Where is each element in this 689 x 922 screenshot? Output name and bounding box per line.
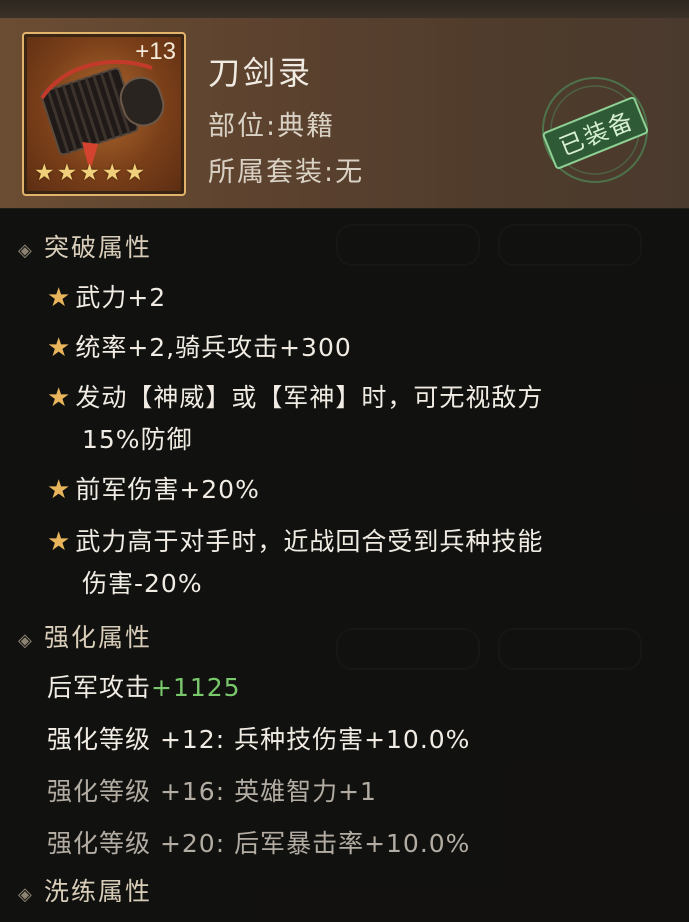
top-strip [0, 0, 689, 18]
diamond-icon: ◈ [18, 630, 34, 651]
enhance-title: 强化属性 [44, 623, 153, 652]
diamond-icon: ◈ [18, 884, 34, 902]
star-icon: ★ [47, 283, 72, 313]
breakthrough-line-text: 统率+2,骑兵攻击+300 [75, 333, 352, 362]
breakthrough-line-text: 发动【神威】或【军神】时，可无视敌方 [75, 383, 544, 412]
star-rating: ★★★★★ [34, 160, 148, 186]
breakthrough-line: ★ 武力高于对手时，近战回合受到兵种技能 [47, 522, 543, 558]
breakthrough-line: ★ 统率+2,骑兵攻击+300 [47, 328, 352, 364]
attribute-list: ◈ 突破属性 ★ 武力+2 ★ 统率+2,骑兵攻击+300 ★ 发动【神威】或【军神】时… [0, 208, 689, 922]
breakthrough-line: ★ 发动【神威】或【军神】时，可无视敌方 [47, 378, 543, 414]
star-icon: ★ [47, 475, 72, 505]
breakthrough-section-title: ◈ 突破属性 [18, 228, 152, 264]
item-detail-panel: +13 ★★★★★ 刀剑录 部位:典籍 所属套装:无 已装备 ◈ 突破属性 ★ 武力… [0, 18, 689, 922]
enhance-level-line: 强化等级 +16: 英雄智力+1 [47, 777, 377, 806]
breakthrough-title: 突破属性 [44, 233, 153, 262]
diamond-icon: ◈ [18, 240, 34, 261]
breakthrough-line-continued: 伤害-20% [82, 569, 203, 598]
breakthrough-line-continued: 15%防御 [82, 425, 193, 454]
item-thumbnail[interactable]: +13 ★★★★★ [22, 32, 186, 196]
item-header: +13 ★★★★★ 刀剑录 部位:典籍 所属套装:无 已装备 [0, 18, 689, 209]
enhance-base-line: 后军攻击+1125 [47, 668, 241, 704]
breakthrough-line: ★ 武力+2 [47, 278, 166, 314]
item-name: 刀剑录 [208, 54, 314, 92]
breakthrough-line: ★ 前军伤害+20% [47, 470, 260, 506]
star-icon: ★ [47, 527, 72, 557]
enhance-base-value: +1125 [151, 673, 241, 702]
star-icon: ★ [47, 383, 72, 413]
refine-title: 洗练属性 [44, 877, 153, 902]
enhance-level-line: 强化等级 +20: 后军暴击率+10.0% [47, 829, 471, 858]
equipped-seal: 已装备 [528, 70, 662, 204]
item-set: 所属套装:无 [208, 157, 365, 188]
breakthrough-line-text: 武力高于对手时，近战回合受到兵种技能 [75, 527, 544, 556]
enhance-section-title: ◈ 强化属性 [18, 618, 152, 654]
breakthrough-line-text: 前军伤害+20% [75, 475, 260, 504]
star-icon: ★ [47, 333, 72, 363]
refine-section-title-partial: ◈ 洗练属性 [18, 872, 152, 902]
enhance-level: +13 [135, 38, 176, 65]
enhance-base-label: 后军攻击 [47, 673, 152, 702]
enhance-level-line: 强化等级 +12: 兵种技伤害+10.0% [47, 725, 471, 754]
breakthrough-line-text: 武力+2 [75, 283, 167, 312]
item-slot: 部位:典籍 [208, 111, 336, 142]
